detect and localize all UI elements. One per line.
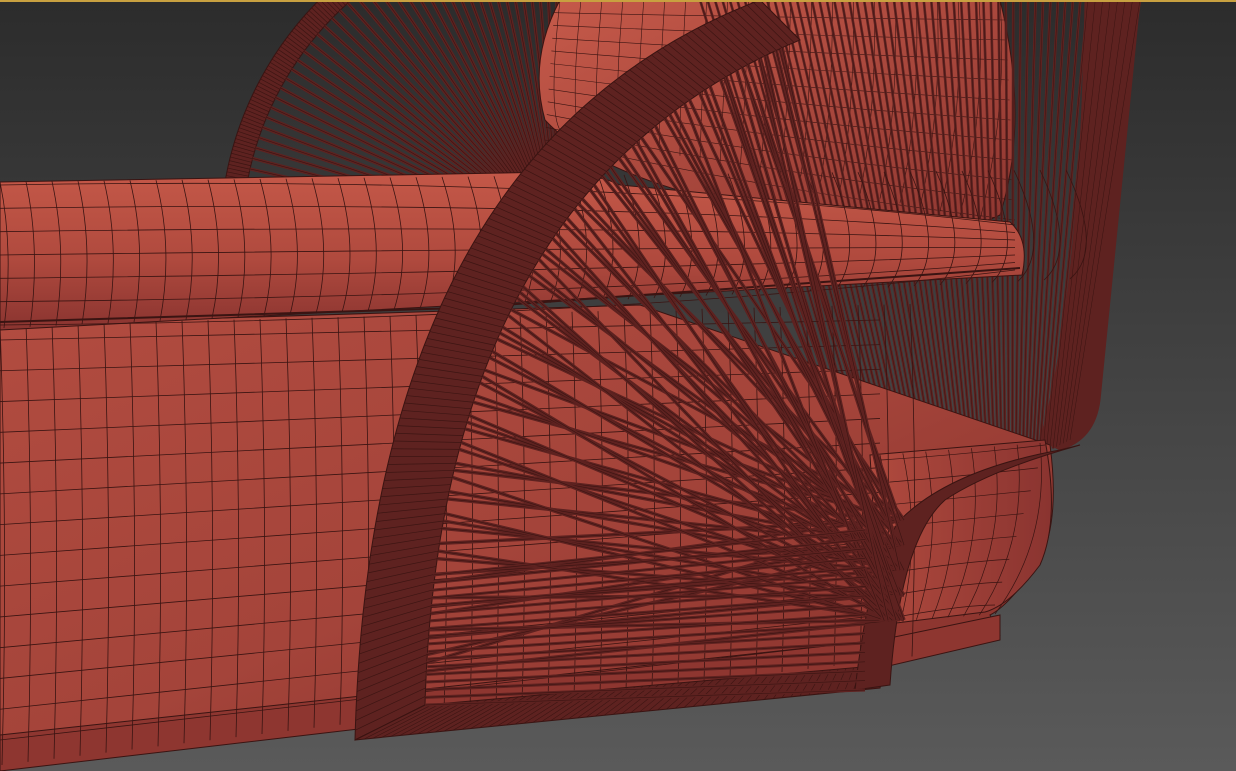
3d-viewport[interactable] (0, 0, 1236, 771)
viewport-canvas[interactable] (0, 0, 1236, 771)
viewport-active-border (0, 0, 1236, 2)
